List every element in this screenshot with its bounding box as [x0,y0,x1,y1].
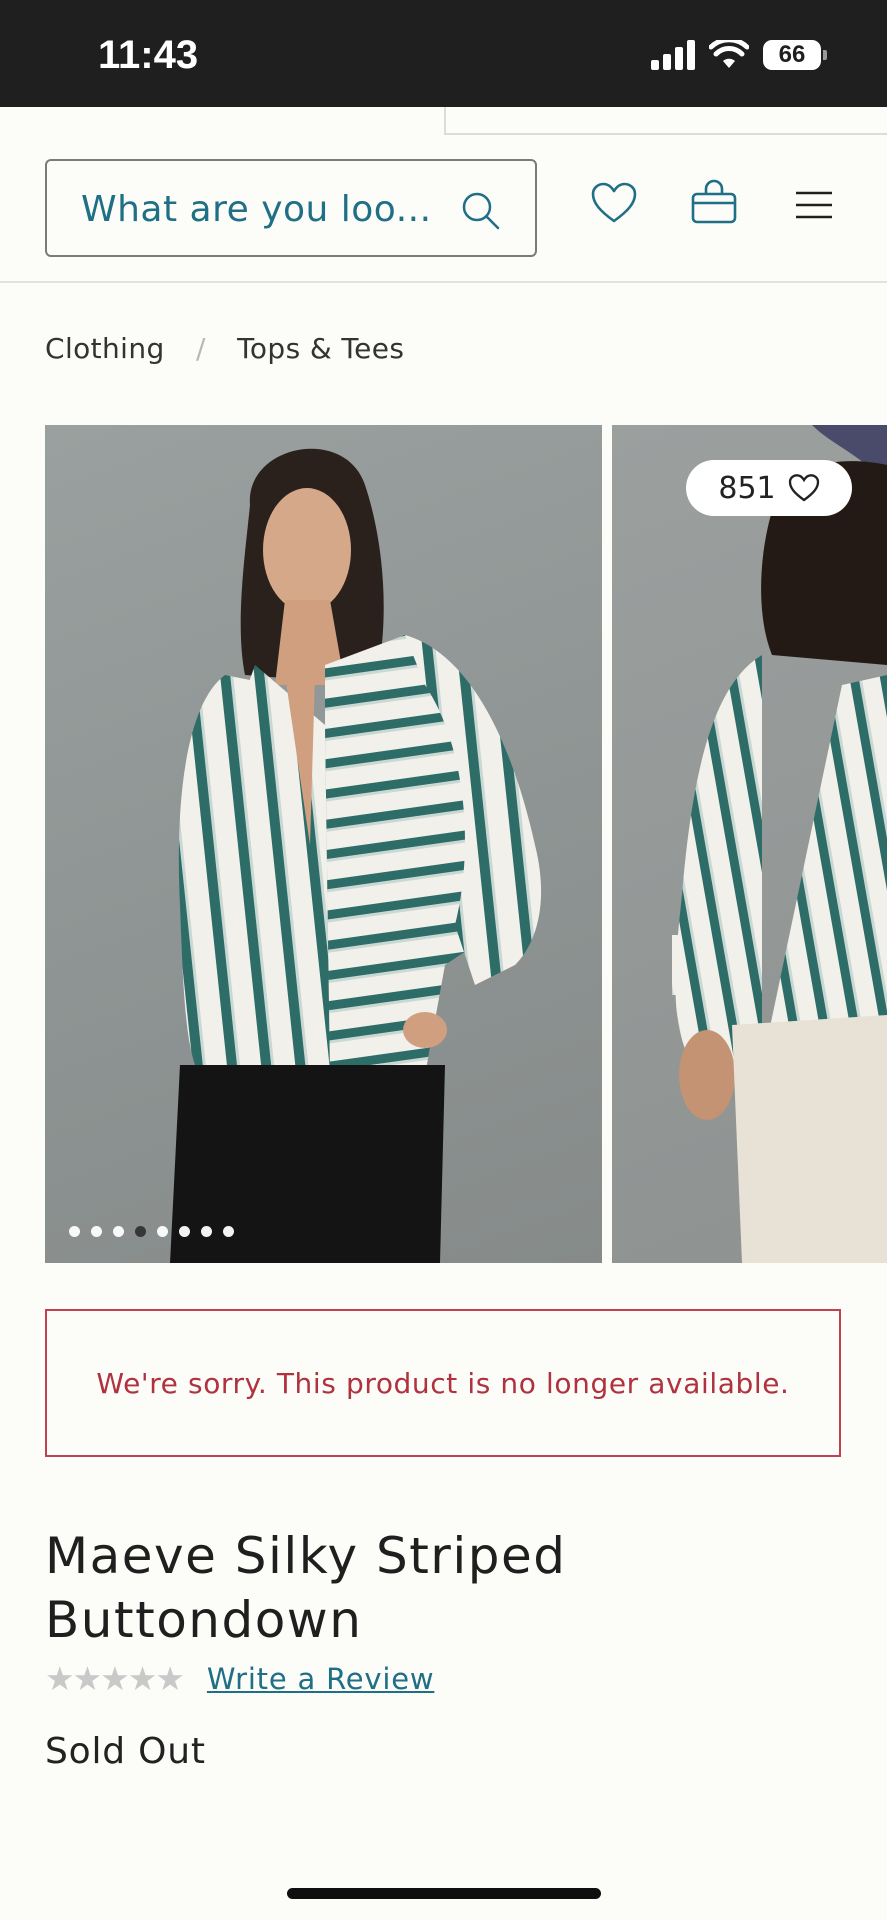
menu-icon[interactable] [795,191,833,219]
gallery-dot[interactable] [201,1226,212,1237]
search-input[interactable]: What are you loo... [45,159,537,257]
gallery-dot[interactable] [69,1226,80,1237]
gallery-pagination [69,1226,234,1237]
heart-icon[interactable] [590,181,638,225]
rating-row: ★★★★★ Write a Review [45,1659,434,1698]
search-placeholder: What are you loo... [81,189,432,230]
gallery-dot[interactable] [113,1226,124,1237]
likes-count: 851 [718,470,776,506]
status-icons: 66 [651,40,827,70]
breadcrumb: Clothing / Tops & Tees [45,332,404,365]
home-indicator[interactable] [287,1888,601,1899]
battery-indicator: 66 [763,40,821,70]
breadcrumb-item-clothing[interactable]: Clothing [45,332,165,365]
shopping-bag-icon[interactable] [690,177,738,225]
wifi-icon [709,40,749,68]
status-bar: 11:43 66 [0,0,887,107]
gallery-dot[interactable] [223,1226,234,1237]
gallery-dot-active[interactable] [135,1226,146,1237]
gallery-dot[interactable] [179,1226,190,1237]
write-review-link[interactable]: Write a Review [207,1662,434,1696]
gallery-dot[interactable] [91,1226,102,1237]
breadcrumb-separator: / [196,332,206,365]
search-icon[interactable] [461,191,501,231]
model-illustration-secondary [672,425,887,1263]
site-header: What are you loo... [0,135,887,283]
product-image-main[interactable] [45,425,602,1263]
heart-outline-icon [788,474,819,502]
product-image-secondary[interactable]: 851 [612,425,887,1263]
status-time: 11:43 [98,33,199,77]
battery-cap [823,50,827,60]
favorite-count-button[interactable]: 851 [686,460,852,516]
header-tab-edge [444,107,887,135]
unavailable-alert: We're sorry. This product is no longer a… [45,1309,841,1457]
alert-message: We're sorry. This product is no longer a… [96,1366,790,1400]
availability-status: Sold Out [45,1731,206,1772]
signal-icon [651,40,695,70]
breadcrumb-item-tops-tees[interactable]: Tops & Tees [237,332,404,365]
model-illustration [170,448,542,1263]
gallery-dot[interactable] [157,1226,168,1237]
product-title: Maeve Silky Striped Buttondown [45,1527,567,1649]
star-rating-icon: ★★★★★ [45,1659,185,1698]
